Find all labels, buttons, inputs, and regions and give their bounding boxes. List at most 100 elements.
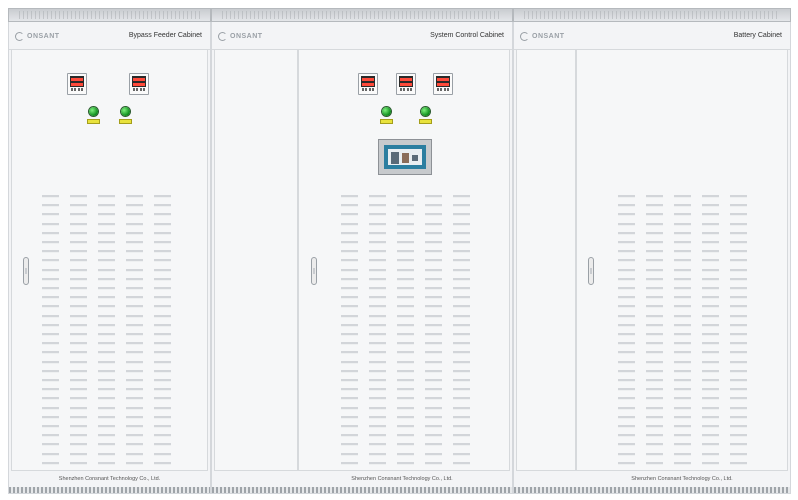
vent-slot	[98, 369, 115, 373]
vent-slot	[730, 342, 747, 346]
vent-slot	[674, 204, 691, 208]
vent-slot	[98, 213, 115, 217]
vent-slot	[126, 415, 143, 419]
vent-slot	[453, 323, 470, 327]
vent-slot	[154, 415, 171, 419]
vent-slot	[369, 342, 386, 346]
vent-slot	[369, 213, 386, 217]
vent-slot	[702, 397, 719, 401]
vent-slot	[397, 222, 414, 226]
vent-slot	[646, 268, 663, 272]
vent-slot	[341, 250, 358, 254]
vent-slot	[453, 241, 470, 244]
vent-slot	[646, 397, 663, 401]
touch-screen-icon[interactable]	[378, 139, 432, 175]
vent-slot	[369, 287, 386, 290]
vent-slot	[646, 195, 663, 198]
vent-slot	[674, 461, 691, 465]
indicator-lamp-icon	[421, 107, 430, 116]
vent-slot	[397, 287, 414, 290]
vent-slot	[98, 360, 115, 364]
vent-slot	[425, 314, 442, 318]
vent-slot	[674, 342, 691, 346]
vent-slot	[341, 268, 358, 272]
vent-slot	[425, 323, 442, 327]
vent-slot	[425, 259, 442, 263]
vent-slot	[42, 360, 59, 364]
vent-slot	[154, 323, 171, 327]
vent-slot	[453, 452, 470, 456]
door-handle-icon[interactable]	[23, 257, 29, 285]
vent-slot	[453, 342, 470, 346]
vent-slot	[646, 231, 663, 235]
vent-slot	[70, 296, 87, 300]
vent-slot	[397, 406, 414, 410]
vent-slot	[453, 213, 470, 217]
vent-slot	[702, 268, 719, 272]
vent-slot	[154, 259, 171, 263]
vent-slot	[98, 250, 115, 254]
door-handle-icon[interactable]	[311, 257, 317, 285]
vent-slot	[154, 369, 171, 373]
vent-slot	[126, 305, 143, 309]
vent-slot	[42, 351, 59, 355]
vent-slot	[453, 379, 470, 382]
vent-slot	[341, 333, 358, 336]
vent-slot	[646, 323, 663, 327]
vent-slot	[618, 342, 635, 346]
vent-slot	[341, 222, 358, 226]
vent-slot	[453, 231, 470, 235]
vent-slot	[98, 259, 115, 263]
vent-slot	[618, 452, 635, 456]
vent-slot	[369, 443, 386, 447]
vent-slot	[702, 323, 719, 327]
bypass-feeder-cabinet: ONSANT Bypass Feeder Cabinet Shenzhen Co…	[8, 8, 211, 494]
vent-slot	[397, 461, 414, 465]
vent-slot	[453, 204, 470, 208]
cabinet-door-narrow[interactable]	[214, 49, 298, 471]
vent-slot	[674, 443, 691, 447]
cabinet-title: Bypass Feeder Cabinet	[128, 32, 202, 39]
label-plate	[119, 119, 132, 124]
vent-slot	[154, 388, 171, 392]
cabinet-door-narrow[interactable]	[516, 49, 576, 471]
vent-slot	[397, 296, 414, 300]
vent-slot	[126, 461, 143, 465]
vent-slot	[341, 314, 358, 318]
vent-slot	[646, 314, 663, 318]
vent-slot	[453, 314, 470, 318]
indicator-lamp-icon	[121, 107, 130, 116]
vent-slot	[70, 369, 87, 373]
vent-slot	[730, 379, 747, 382]
vent-slot	[674, 369, 691, 373]
vent-slot	[425, 415, 442, 419]
vent-slot	[42, 314, 59, 318]
door-handle-icon[interactable]	[588, 257, 594, 285]
vent-slot	[341, 434, 358, 438]
vent-slot	[453, 415, 470, 419]
vent-slot	[702, 443, 719, 447]
vent-slot	[70, 213, 87, 217]
vent-slot	[341, 351, 358, 355]
vent-slot	[70, 268, 87, 272]
ventilation-grille	[618, 195, 768, 473]
vent-slot	[369, 461, 386, 465]
vent-slot	[674, 305, 691, 309]
vent-slot	[369, 231, 386, 235]
vent-slot	[702, 296, 719, 300]
vent-slot	[70, 425, 87, 428]
vent-slot	[702, 314, 719, 318]
vent-slot	[646, 250, 663, 254]
vent-slot	[730, 287, 747, 290]
vent-slot	[70, 314, 87, 318]
vent-slot	[730, 204, 747, 208]
vent-slot	[369, 323, 386, 327]
vent-slot	[154, 434, 171, 438]
vent-slot	[453, 277, 470, 281]
vent-slot	[154, 231, 171, 235]
vent-slot	[618, 241, 635, 244]
vent-slot	[397, 231, 414, 235]
vent-slot	[702, 388, 719, 392]
vent-slot	[730, 369, 747, 373]
vent-slot	[126, 241, 143, 244]
